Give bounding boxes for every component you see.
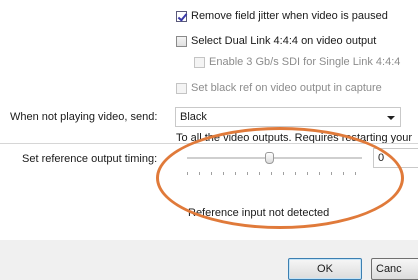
black-ref-option: Set black ref on video output in capture — [176, 82, 382, 94]
black-ref-checkbox — [176, 82, 187, 94]
timing-label: Set reference output timing: — [22, 153, 158, 165]
not-playing-selected-value: Black — [180, 111, 207, 123]
highlight-annotation — [156, 127, 404, 229]
dual-link-checkbox[interactable] — [176, 35, 187, 47]
ok-button[interactable]: OK — [288, 258, 362, 280]
enable-3g-label: Enable 3 Gb/s SDI for Single Link 4:4:4 — [209, 56, 401, 68]
not-playing-label: When not playing video, send: — [10, 111, 158, 123]
not-playing-select[interactable]: Black — [175, 107, 401, 127]
cancel-button[interactable]: Canc — [371, 258, 418, 280]
dual-link-label: Select Dual Link 4:4:4 on video output — [191, 35, 377, 47]
dual-link-option[interactable]: Select Dual Link 4:4:4 on video output — [176, 35, 376, 47]
settings-panel: Remove field jitter when video is paused… — [0, 0, 418, 240]
chevron-down-icon — [387, 116, 395, 120]
black-ref-label: Set black ref on video output in capture — [191, 82, 382, 94]
remove-jitter-option[interactable]: Remove field jitter when video is paused — [176, 10, 388, 22]
remove-jitter-label: Remove field jitter when video is paused — [191, 10, 388, 22]
enable-3g-option: Enable 3 Gb/s SDI for Single Link 4:4:4 — [194, 56, 400, 68]
enable-3g-checkbox — [194, 56, 205, 68]
remove-jitter-checkbox[interactable] — [176, 10, 187, 22]
